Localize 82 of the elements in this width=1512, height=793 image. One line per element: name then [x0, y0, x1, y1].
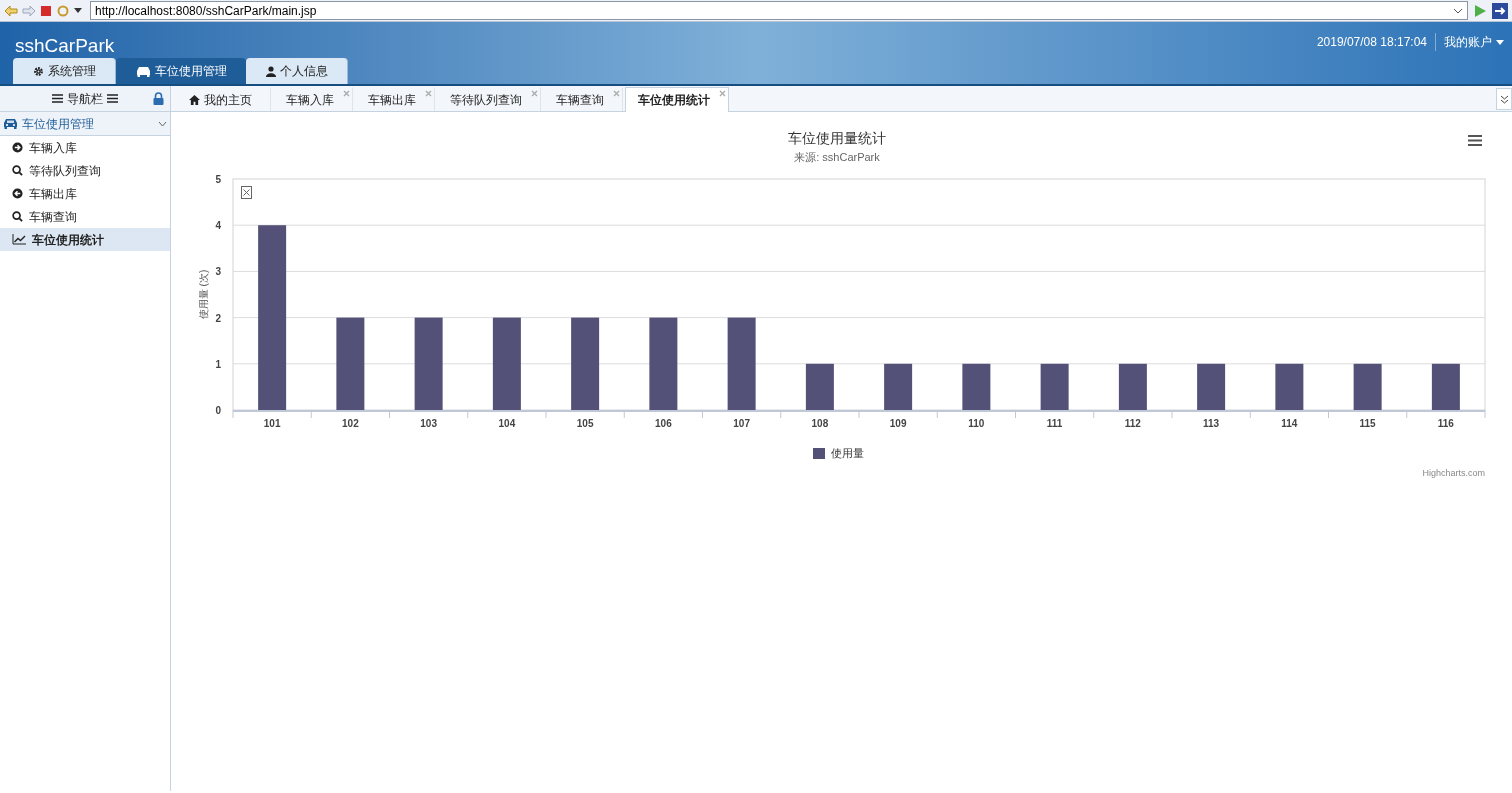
sidebar-item[interactable]: 车位使用统计: [0, 228, 170, 251]
caret-icon: [1496, 39, 1504, 45]
x-tick-label: 103: [420, 418, 437, 429]
x-tick-label: 109: [889, 418, 907, 429]
sidebar-item[interactable]: 等待队列查询: [0, 159, 170, 182]
nav-tab[interactable]: 车位使用管理: [116, 58, 246, 84]
y-tick-label: 0: [215, 405, 221, 416]
exit-icon[interactable]: [1492, 2, 1508, 19]
x-tick-label: 114: [1281, 418, 1298, 429]
car-icon: [3, 118, 18, 129]
bar: [1353, 363, 1382, 410]
bar: [1197, 363, 1226, 410]
forward-icon[interactable]: [22, 4, 36, 17]
line-chart-icon: [12, 234, 26, 245]
dropdown-icon[interactable]: [1453, 6, 1463, 15]
x-tick-label: 111: [1046, 418, 1063, 429]
sidebar-group-header[interactable]: 车位使用管理: [0, 112, 170, 136]
chevron-icon: [158, 120, 167, 127]
sidebar-title: 导航栏: [67, 90, 103, 108]
stop-icon[interactable]: [40, 4, 52, 17]
lock-icon[interactable]: [153, 92, 164, 105]
x-tick-label: 104: [498, 418, 516, 429]
bar: [1431, 363, 1460, 410]
account-menu[interactable]: 我的账户: [1436, 33, 1504, 51]
legend-swatch[interactable]: [813, 448, 825, 459]
home-icon: [189, 94, 200, 105]
double-chevron-icon: [1499, 94, 1509, 104]
menu-icon[interactable]: [1466, 134, 1484, 147]
legend-label[interactable]: 使用量: [831, 447, 864, 459]
y-tick-label: 4: [215, 220, 221, 232]
x-tick-label: 105: [576, 418, 594, 429]
y-tick-label: 3: [215, 266, 221, 278]
bar: [1275, 363, 1304, 410]
close-icon[interactable]: [425, 90, 432, 97]
x-tick-label: 116: [1437, 418, 1454, 429]
y-tick-label: 2: [215, 312, 221, 324]
nav-tab[interactable]: 个人信息: [246, 58, 348, 84]
sidebar-item[interactable]: 车辆入库: [0, 136, 170, 159]
address-field[interactable]: http://localhost:8080/sshCarPark/main.jsp: [90, 1, 1468, 20]
broken-image-icon: [241, 186, 252, 199]
x-tick-label: 108: [811, 418, 829, 429]
x-tick-label: 112: [1124, 418, 1141, 429]
close-icon[interactable]: [613, 90, 620, 97]
x-tick-label: 110: [968, 418, 985, 429]
y-tick-label: 5: [215, 174, 221, 185]
search-icon: [12, 165, 23, 176]
bar: [962, 363, 991, 410]
sidebar-item[interactable]: 车辆出库: [0, 182, 170, 205]
app-title: sshCarPark: [15, 34, 115, 58]
menu-icon: [107, 94, 118, 103]
sidebar-item[interactable]: 车辆查询: [0, 205, 170, 228]
chart-subtitle: 来源: sshCarPark: [794, 151, 880, 163]
user-icon: [265, 65, 276, 77]
y-tick-label: 1: [215, 358, 221, 370]
nav-tab[interactable]: 系统管理: [13, 58, 116, 84]
bar: [1040, 363, 1069, 410]
arrow-circle-icon: [12, 142, 23, 153]
caret-icon[interactable]: [74, 7, 82, 14]
bar: [884, 363, 913, 410]
close-icon[interactable]: [719, 90, 726, 97]
x-tick-label: 101: [263, 418, 281, 429]
credits-link[interactable]: Highcharts.com: [1422, 468, 1485, 478]
close-icon[interactable]: [531, 90, 538, 97]
y-axis-title: 使用量 (次): [198, 269, 209, 320]
search-icon: [12, 211, 23, 222]
chart-title: 车位使用量统计: [788, 130, 886, 146]
x-tick-label: 102: [342, 418, 359, 429]
arrow-circle-icon: [12, 188, 23, 199]
x-tick-label: 115: [1359, 418, 1376, 429]
tab-scroll-button[interactable]: [1496, 88, 1512, 110]
back-icon[interactable]: [4, 4, 18, 17]
car-icon: [135, 65, 151, 77]
x-tick-label: 106: [655, 418, 672, 429]
content-tab[interactable]: 车位使用统计: [625, 87, 729, 112]
menu-icon: [52, 94, 63, 103]
x-tick-label: 113: [1203, 418, 1220, 429]
bar: [1118, 363, 1147, 410]
bar: [805, 363, 834, 410]
x-tick-label: 107: [733, 418, 750, 429]
close-icon[interactable]: [343, 90, 350, 97]
date-time: 2019/07/08 18:17:04: [1316, 33, 1436, 51]
gear-icon: [32, 65, 44, 77]
